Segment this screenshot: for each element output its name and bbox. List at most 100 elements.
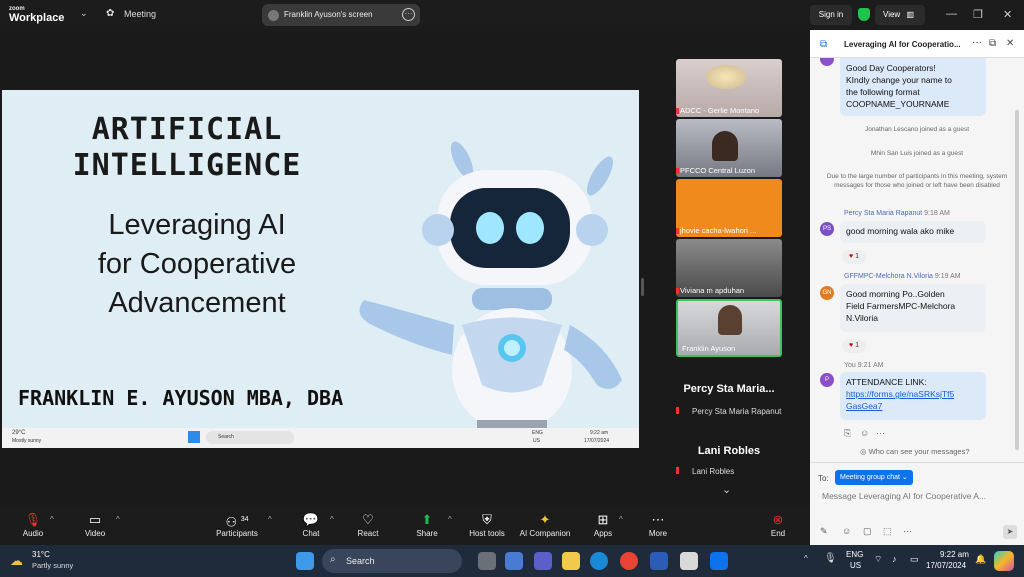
chrome-icon[interactable]	[620, 552, 638, 570]
video-label: Video	[84, 529, 106, 538]
clock-time[interactable]: 9:22 am	[940, 550, 969, 559]
clock-date[interactable]: 17/07/2024	[926, 561, 966, 570]
apps-button[interactable]: ⊞ Apps	[573, 511, 633, 538]
windows-start-icon[interactable]	[296, 552, 314, 570]
more-icon[interactable]: ···	[876, 428, 885, 438]
file-explorer-icon[interactable]	[562, 552, 580, 570]
chevron-down-icon[interactable]: ⌄	[722, 483, 731, 496]
participant-name: PFCCO Central Luzon	[680, 166, 756, 175]
emoji-icon[interactable]: ☺	[860, 428, 869, 438]
attendance-link[interactable]: https://forms.gle/naSRKsjTf5	[846, 388, 980, 400]
system-message: Mhin San Luis joined as a guest	[870, 150, 964, 157]
mini-time: 9:22 am	[590, 430, 609, 436]
popout-icon[interactable]: ⧉	[989, 38, 996, 49]
chevron-down-icon[interactable]: ⌄	[80, 8, 88, 19]
store-icon[interactable]	[505, 552, 523, 570]
more-button[interactable]: ⋯ More	[628, 511, 688, 538]
resize-handle[interactable]	[641, 278, 644, 296]
apps-label: Apps	[593, 529, 613, 538]
mic-muted-icon: 🎙	[24, 512, 42, 527]
mini-windows-icon	[188, 431, 200, 443]
brand-name: Workplace	[9, 12, 65, 24]
emoji-icon[interactable]: ☺	[842, 526, 851, 536]
file-icon[interactable]: ▢	[863, 526, 872, 537]
language-code[interactable]: ENG	[846, 550, 863, 559]
screen-share-pill[interactable]: Franklin Ayuson's screen ···	[262, 4, 420, 26]
close-icon[interactable]: ✕	[1003, 8, 1012, 21]
chevron-up-icon[interactable]: ^	[116, 515, 120, 524]
participants-button[interactable]: ⚇ 34 Participants	[207, 511, 267, 538]
volume-icon[interactable]: ♪	[892, 554, 897, 564]
meeting-label[interactable]: Meeting	[124, 9, 156, 19]
participant-tile[interactable]: Viviana m apduhan	[676, 239, 782, 297]
chat-message: good morning wala ako mike	[840, 221, 986, 243]
who-can-see-label: Who can see your messages?	[868, 447, 970, 456]
minimize-icon[interactable]: —	[946, 8, 957, 20]
participant-tile[interactable]: ADCC - Gerlie Montano	[676, 59, 782, 117]
divider	[810, 462, 1024, 463]
ai-companion-button[interactable]: ✦ AI Companion	[515, 511, 575, 538]
chevron-up-icon[interactable]: ^	[804, 554, 808, 563]
weather-desc[interactable]: Partly sunny	[32, 561, 73, 570]
taskbar-search[interactable]: ⌕ Search	[322, 549, 462, 573]
windows-taskbar: ☁ 31°C Partly sunny ⌕ Search ^ 🎙 ENG US …	[0, 545, 1024, 577]
title-bar: zoom Workplace ⌄ ✿ Meeting Franklin Ayus…	[0, 0, 1024, 30]
sign-in-button[interactable]: Sign in	[810, 5, 852, 25]
participants-count: 34	[240, 516, 249, 523]
maximize-icon[interactable]: ❐	[973, 8, 983, 21]
view-button[interactable]: View ▥	[875, 5, 925, 25]
copilot-icon[interactable]	[994, 551, 1014, 571]
audio-button[interactable]: 🎙 Audio	[3, 511, 63, 538]
weather-temp[interactable]: 31°C	[32, 550, 50, 559]
battery-icon[interactable]: ▭	[910, 554, 919, 565]
who-can-see-link[interactable]: ◎ Who can see your messages?	[860, 447, 970, 456]
heart-reaction[interactable]: ♥ 1	[842, 250, 866, 264]
participant-tile-active[interactable]: Franklin Ayuson	[676, 299, 782, 357]
chevron-up-icon[interactable]: ^	[619, 515, 623, 524]
message-line: COOPNAME_YOURNAME	[846, 99, 950, 109]
format-icon[interactable]: ✎	[820, 526, 828, 537]
attendance-link[interactable]: GasGea7	[846, 400, 980, 412]
message-input[interactable]: Message Leveraging AI for Cooperative A.…	[822, 491, 1018, 501]
app-icon[interactable]	[680, 552, 698, 570]
teams-icon[interactable]	[534, 552, 552, 570]
chat-scrollbar[interactable]	[1015, 110, 1019, 450]
mic-muted-icon	[676, 407, 679, 414]
mic-icon[interactable]: 🎙	[824, 553, 837, 564]
chevron-up-icon[interactable]: ^	[448, 515, 452, 524]
chevron-up-icon[interactable]: ^	[330, 515, 334, 524]
system-message: Due to the large number of participants …	[826, 173, 1008, 189]
mini-lang: ENG	[532, 430, 543, 436]
heart-reaction[interactable]: ♥ 1	[842, 339, 866, 353]
zoom-icon[interactable]	[710, 552, 728, 570]
more-icon[interactable]: ···	[903, 526, 912, 536]
wifi-icon[interactable]: ⌔	[874, 554, 882, 565]
close-icon[interactable]: ✕	[1006, 38, 1014, 49]
recipient-dropdown[interactable]: Meeting group chat ⌄	[835, 470, 913, 485]
participant-tile[interactable]: jhovie cacha-lwahori ...	[676, 179, 782, 237]
host-tools-button[interactable]: ⛨ Host tools	[457, 511, 517, 538]
more-icon[interactable]: ···	[402, 8, 415, 21]
word-icon[interactable]	[650, 552, 668, 570]
screenshot-icon[interactable]: ⬚	[883, 526, 892, 537]
participant-name: jhovie cacha-lwahori ...	[680, 226, 757, 235]
weather-icon[interactable]: ☁	[10, 553, 23, 569]
send-icon[interactable]: ➤	[1003, 525, 1017, 539]
message-line: Field FarmersMPC-Melchora	[846, 301, 956, 311]
reply-icon[interactable]: ⎘	[844, 428, 851, 439]
chevron-up-icon[interactable]: ^	[268, 515, 272, 524]
mini-date: 17/07/2024	[584, 438, 610, 444]
bell-icon[interactable]: 🔔	[975, 554, 986, 565]
region-code[interactable]: US	[850, 561, 861, 570]
message-sender: Percy Sta Maria Rapanut 9:18 AM	[844, 210, 950, 217]
more-icon[interactable]: ···	[972, 37, 982, 48]
chevron-up-icon[interactable]: ^	[50, 515, 54, 524]
participant-video	[718, 305, 742, 335]
react-button[interactable]: ♡ React	[338, 511, 398, 538]
end-button[interactable]: ⊗ End	[748, 511, 808, 538]
mini-region: US	[533, 438, 540, 444]
participant-tile[interactable]: PFCCO Central Luzon	[676, 119, 782, 177]
edge-icon[interactable]	[590, 552, 608, 570]
shield-icon[interactable]	[858, 8, 870, 21]
task-view-icon[interactable]	[478, 552, 496, 570]
